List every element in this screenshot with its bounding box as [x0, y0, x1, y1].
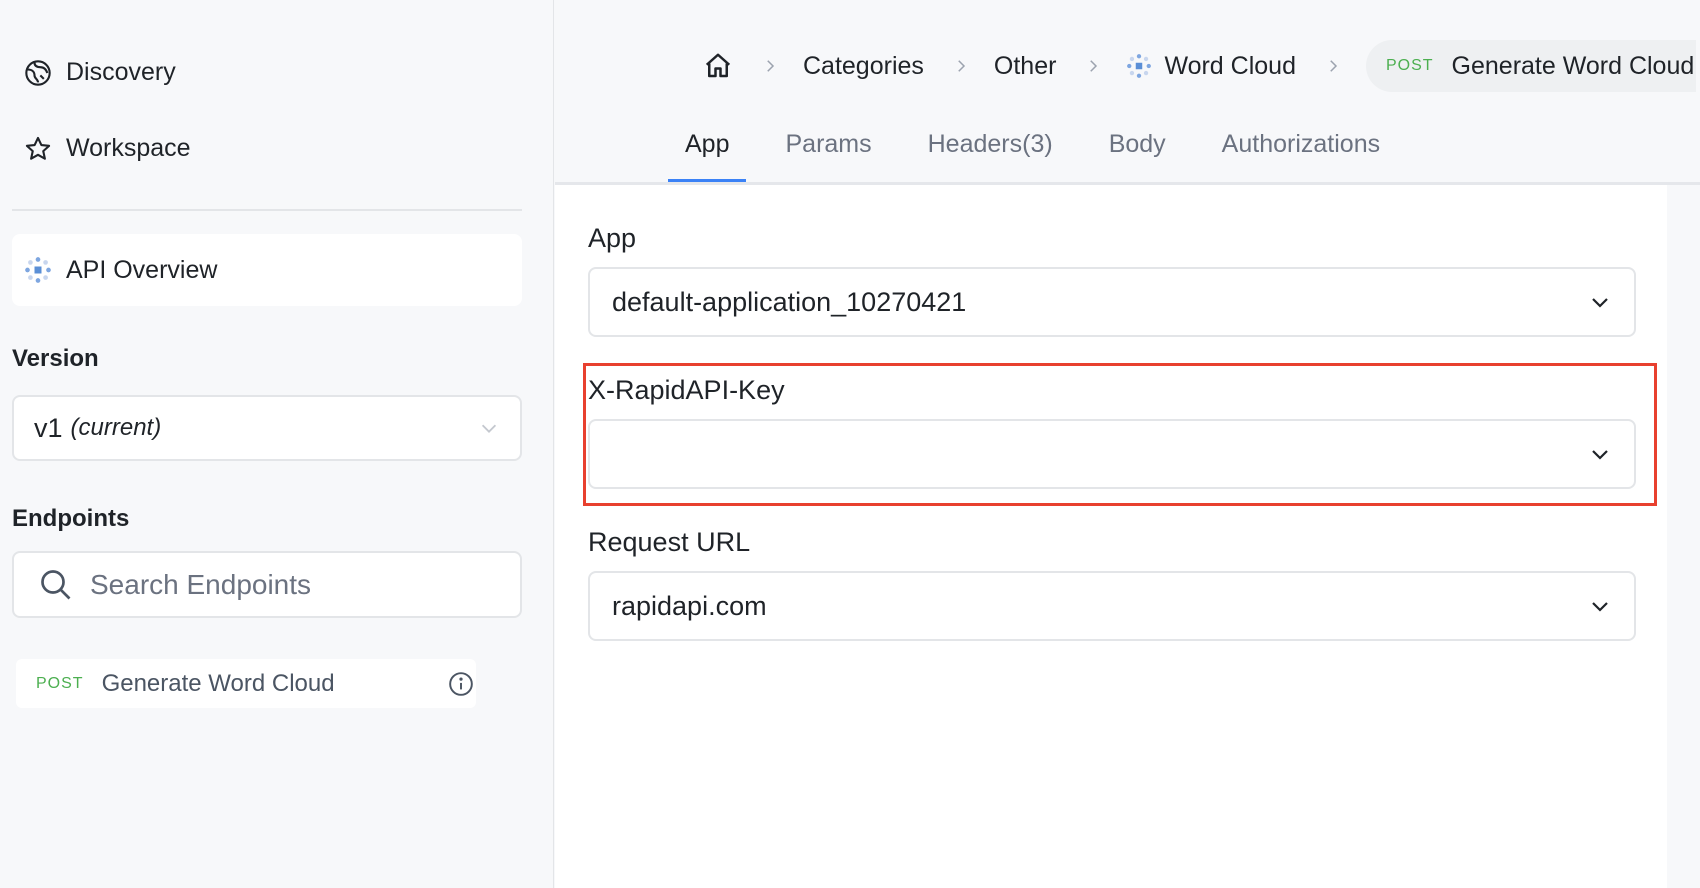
nav-discovery-label: Discovery [66, 58, 176, 86]
api-overview-label: API Overview [66, 255, 218, 284]
breadcrumb-word-cloud[interactable]: Word Cloud [1126, 52, 1296, 81]
breadcrumb-other[interactable]: Other [994, 52, 1057, 81]
method-badge: POST [1385, 57, 1434, 74]
version-value: v1 [34, 412, 63, 443]
api-key-select[interactable] [588, 419, 1636, 489]
tab-app[interactable]: App [668, 118, 747, 183]
sidebar-divider [12, 209, 522, 211]
home-icon [705, 53, 731, 78]
app-select-value: default-application_10270421 [612, 286, 967, 317]
chevron-right-icon [1084, 57, 1102, 75]
breadcrumb-current-label: Generate Word Cloud [1451, 51, 1695, 80]
api-key-label: X-RapidAPI-Key [588, 375, 785, 405]
tab-body[interactable]: Body [1092, 118, 1183, 183]
request-url-value: rapidapi.com [612, 590, 767, 621]
chevron-down-icon [481, 424, 497, 433]
main-panel: Categories Other Word Cloud POST Generat… [555, 0, 1700, 888]
search-input[interactable] [90, 568, 490, 601]
breadcrumb-current-endpoint[interactable]: POST Generate Word Cloud [1365, 40, 1696, 92]
chevron-down-icon [1592, 602, 1608, 612]
request-url-label: Request URL [588, 527, 751, 557]
method-badge: POST [36, 674, 84, 692]
version-heading: Version [12, 345, 99, 372]
app-label: App [588, 223, 637, 253]
chevron-right-icon [761, 57, 779, 75]
breadcrumb-home[interactable] [703, 51, 733, 81]
search-endpoints[interactable] [12, 551, 522, 618]
search-icon [41, 569, 71, 599]
request-url-select[interactable]: rapidapi.com [588, 571, 1636, 641]
info-icon[interactable] [448, 671, 474, 697]
api-logo-icon [25, 257, 51, 283]
app-select[interactable]: default-application_10270421 [588, 267, 1636, 337]
chevron-down-icon [1592, 450, 1608, 460]
endpoints-heading: Endpoints [12, 505, 130, 532]
breadcrumb-categories[interactable]: Categories [803, 52, 924, 81]
endpoint-item[interactable]: POST Generate Word Cloud [16, 659, 476, 708]
breadcrumb-word-cloud-label: Word Cloud [1164, 51, 1296, 80]
app-form-panel: App default-application_10270421 X-Rapid… [555, 185, 1667, 888]
api-overview-item[interactable]: API Overview [12, 234, 522, 306]
chevron-down-icon [1592, 298, 1608, 308]
chevron-right-icon [1324, 57, 1342, 75]
nav-discovery[interactable]: Discovery [24, 58, 176, 87]
star-icon [25, 136, 51, 160]
nav-workspace[interactable]: Workspace [24, 134, 191, 163]
version-current-tag: (current) [70, 414, 162, 441]
api-logo-icon [1127, 54, 1152, 78]
nav-workspace-label: Workspace [66, 134, 191, 162]
compass-icon [25, 59, 51, 86]
tab-bar: App Params Headers(3) Body Authorization… [668, 118, 1419, 183]
version-select[interactable]: v1 (current) [12, 395, 522, 461]
tab-headers[interactable]: Headers(3) [911, 118, 1070, 183]
tab-params[interactable]: Params [768, 118, 888, 183]
sidebar: Discovery Workspace API Overview Version… [0, 0, 554, 888]
endpoint-label: Generate Word Cloud [101, 669, 335, 697]
tab-authorizations[interactable]: Authorizations [1205, 118, 1397, 183]
breadcrumb: Categories Other Word Cloud POST Generat… [703, 40, 1696, 92]
chevron-right-icon [952, 57, 970, 75]
